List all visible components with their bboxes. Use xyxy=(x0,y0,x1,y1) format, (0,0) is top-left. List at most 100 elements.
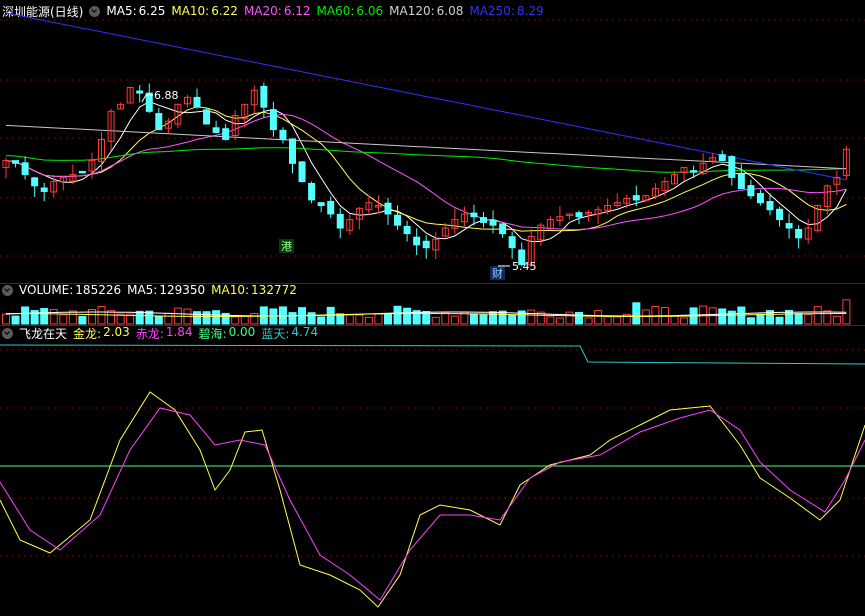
candle-body xyxy=(489,219,497,226)
volume-bar xyxy=(680,317,689,325)
candle-body xyxy=(12,160,20,164)
jinlong-line xyxy=(0,391,865,608)
volume-bar xyxy=(718,308,727,325)
volume-bar xyxy=(727,310,736,325)
candle-body xyxy=(737,173,745,190)
stock-chart[interactable]: 6.88 5.45 港 财 xyxy=(0,0,865,616)
volume-bar xyxy=(21,306,30,325)
volume-bar xyxy=(393,305,402,325)
volume-bar xyxy=(832,315,841,325)
ma10-line xyxy=(5,106,847,232)
lantian-line xyxy=(0,344,865,365)
volume-bar xyxy=(164,312,173,325)
volume-bar xyxy=(193,311,201,325)
volume-bar xyxy=(670,315,679,325)
volume-bar xyxy=(823,310,832,325)
earnings-marker[interactable]: 财 xyxy=(492,266,503,280)
candle-body xyxy=(269,109,277,131)
volume-bar xyxy=(555,317,564,325)
annotations: 6.88 5.45 港 财 xyxy=(141,89,537,280)
candle-body xyxy=(747,185,755,197)
volume-bar xyxy=(154,316,163,325)
volume-bar xyxy=(794,313,803,325)
volume-bar xyxy=(756,313,765,325)
candle-body xyxy=(21,162,29,176)
candle-body xyxy=(470,212,478,218)
candle-body xyxy=(78,170,86,174)
candle-body xyxy=(690,170,698,173)
indicator-lines xyxy=(0,344,865,608)
volume-bar xyxy=(40,308,49,325)
candle-body xyxy=(776,208,784,221)
volume-bar xyxy=(135,310,144,325)
volume-bar xyxy=(489,311,498,325)
candle-body xyxy=(203,109,211,125)
chilong-line xyxy=(0,407,865,601)
volume-bar xyxy=(59,314,68,325)
candle-body xyxy=(260,85,268,108)
candle-body xyxy=(40,187,48,192)
moving-average-lines xyxy=(5,12,847,242)
volume-bar xyxy=(651,305,660,325)
volume-bar xyxy=(813,306,822,325)
ma5-line xyxy=(5,100,847,242)
volume-bar xyxy=(11,315,20,325)
volume-bar xyxy=(212,310,221,325)
candle-body xyxy=(298,161,306,183)
volume-bar xyxy=(107,310,116,325)
volume-bar xyxy=(508,314,517,325)
volume-bar xyxy=(250,312,259,325)
volume-bar xyxy=(345,314,354,325)
candle-body xyxy=(336,213,344,229)
candle-body xyxy=(766,201,774,211)
candle-body xyxy=(222,128,230,140)
volume-bar xyxy=(450,315,459,325)
volume-bar xyxy=(603,316,612,325)
volume-bar xyxy=(307,312,316,325)
volume-bar xyxy=(632,302,641,325)
candle-body xyxy=(632,195,640,201)
volume-bar xyxy=(546,316,555,325)
volume-bar xyxy=(575,311,583,325)
volume-bar xyxy=(775,316,784,325)
volume-bar xyxy=(613,316,622,325)
volume-bar xyxy=(584,317,593,325)
candle-body xyxy=(499,223,507,235)
volume-bar xyxy=(804,313,813,325)
candle-body xyxy=(289,138,296,164)
candle-body xyxy=(756,193,764,204)
candle-body xyxy=(31,177,39,187)
candle-body xyxy=(413,236,421,246)
candle-body xyxy=(480,217,487,223)
volume-bar xyxy=(441,311,450,325)
volume-bar xyxy=(431,316,440,325)
volume-bar xyxy=(527,309,536,325)
volume-bar xyxy=(240,315,249,325)
volume-bar xyxy=(364,316,373,325)
volume-bar xyxy=(259,306,268,325)
candle-body xyxy=(403,225,411,235)
volume-bar xyxy=(78,315,87,325)
candle-body xyxy=(795,228,803,239)
candle-body xyxy=(728,156,736,178)
volume-bars xyxy=(2,299,851,325)
ma120-line xyxy=(5,124,847,170)
volume-bar xyxy=(68,310,77,325)
candle-body xyxy=(785,223,793,229)
volume-bar xyxy=(594,310,603,325)
candle-body xyxy=(145,92,153,112)
candle-body xyxy=(422,240,430,249)
volume-bar xyxy=(231,316,240,325)
candlesticks xyxy=(2,82,850,267)
candle-body xyxy=(327,200,335,215)
low-price-label: 5.45 xyxy=(512,260,537,273)
hk-connect-marker[interactable]: 港 xyxy=(281,240,292,253)
candle-body xyxy=(279,129,287,140)
volume-bar xyxy=(288,312,297,325)
high-price-label: 6.88 xyxy=(154,89,179,102)
candle-body xyxy=(384,202,392,215)
candle-body xyxy=(136,90,144,94)
candle-body xyxy=(317,202,325,207)
candle-body xyxy=(394,214,402,226)
volume-bar xyxy=(384,313,392,325)
